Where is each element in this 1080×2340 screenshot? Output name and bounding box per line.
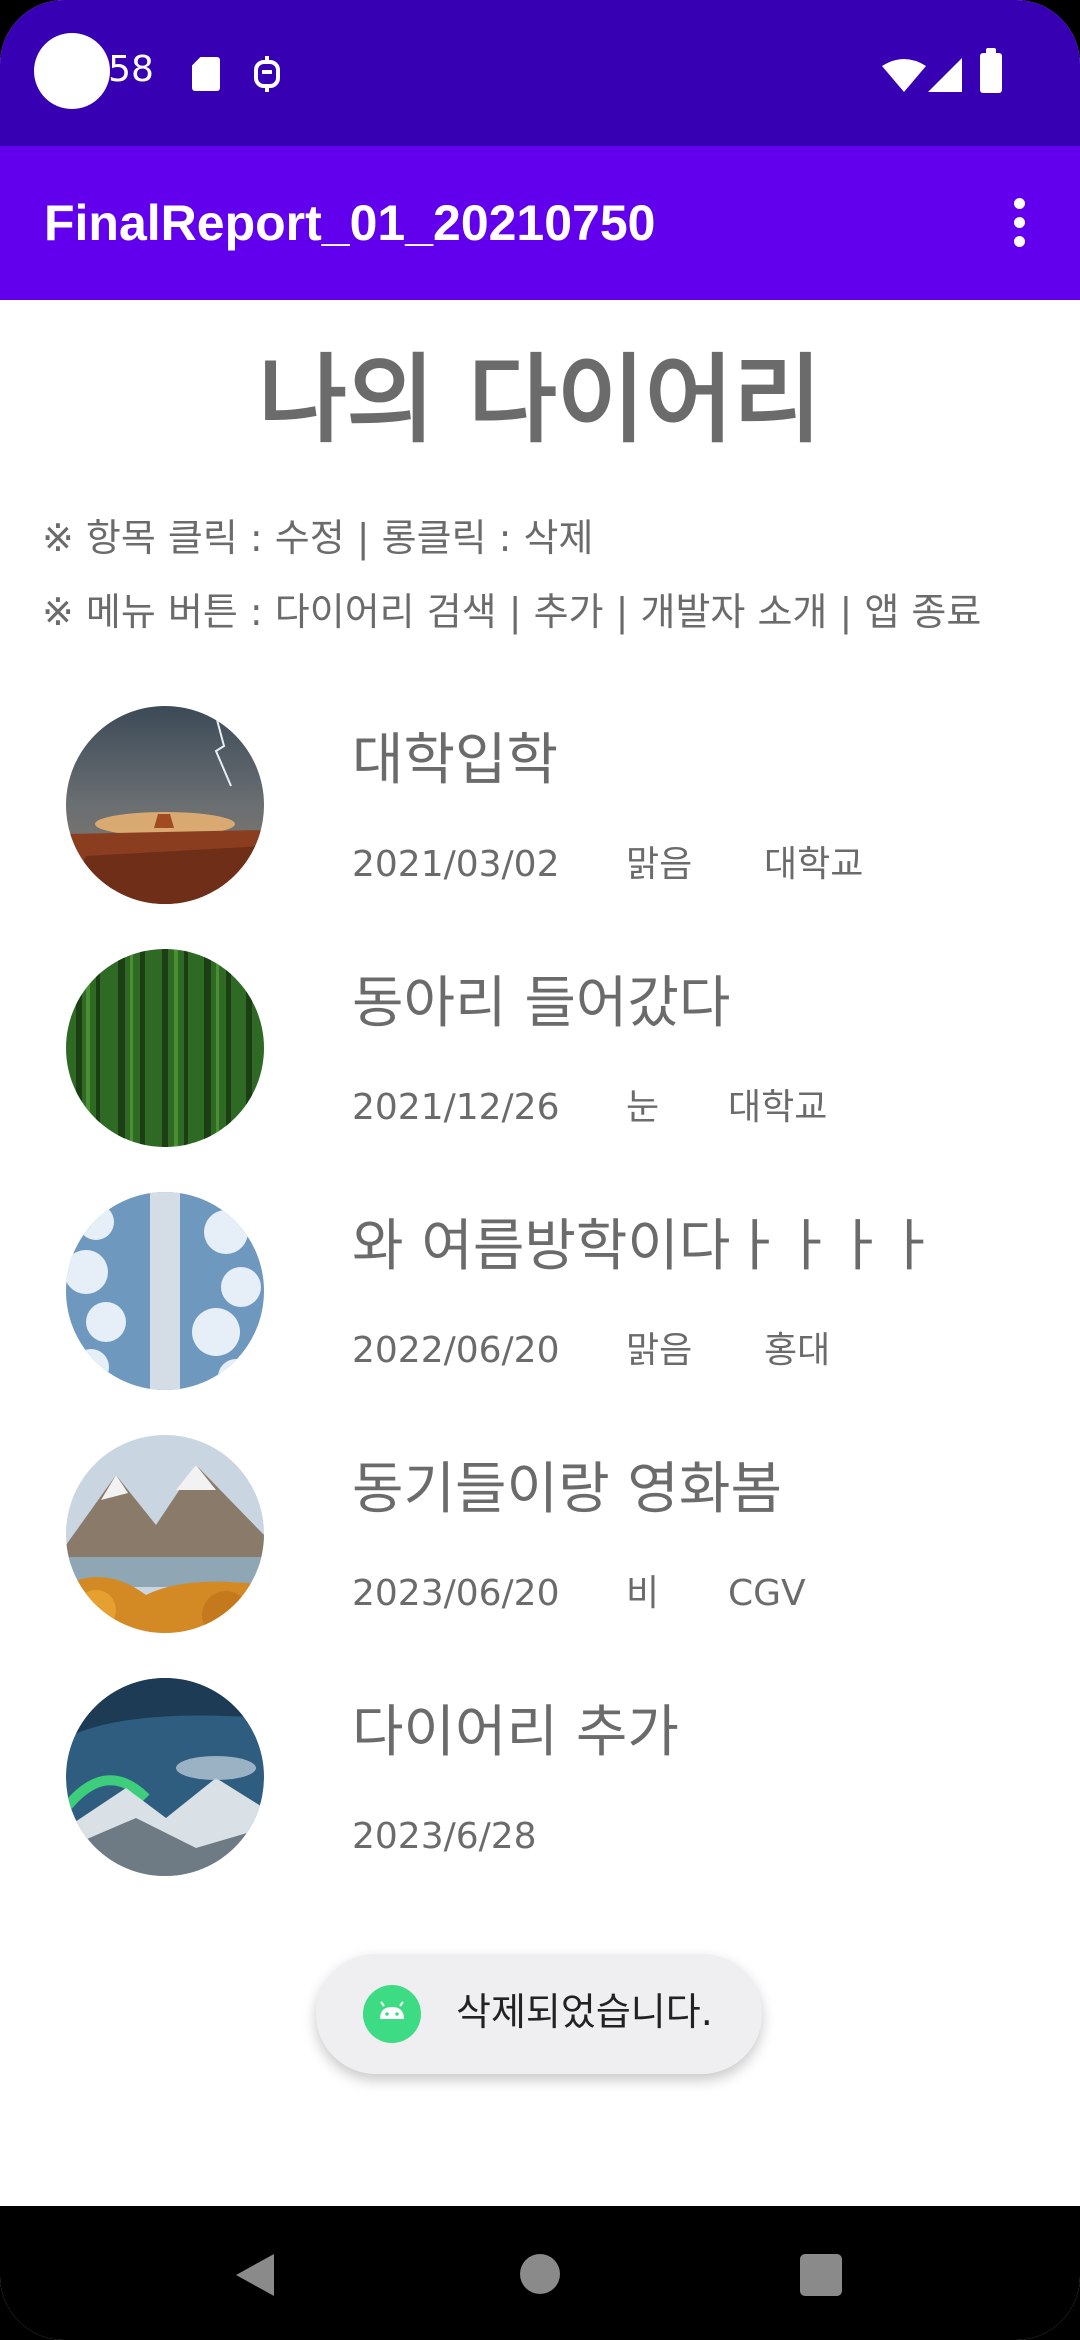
desert-storm-photo xyxy=(66,706,264,904)
diary-item-date: 2022/06/20 xyxy=(352,1330,560,1371)
overflow-menu-icon[interactable] xyxy=(998,194,1042,252)
diary-item-weather: 맑음 xyxy=(626,844,693,885)
diary-item-date: 2021/03/02 xyxy=(352,844,560,885)
toast-text: 삭제되었습니다. xyxy=(456,1990,713,2034)
recents-icon[interactable] xyxy=(800,2254,842,2296)
diary-list-item[interactable]: 동아리 들어갔다 2021/12/26 눈 대학교 xyxy=(0,945,1080,1188)
instruction-text: ※ 항목 클릭 : 수정 | 롱클릭 : 삭제 xyxy=(42,516,594,560)
navigation-bar xyxy=(0,2206,1080,2340)
aurora-photo xyxy=(66,1678,264,1876)
diary-item-place: 대학교 xyxy=(764,844,864,885)
diary-item-weather: 맑음 xyxy=(626,1330,693,1371)
diary-item-weather: 비 xyxy=(626,1573,660,1614)
status-bar: :58 xyxy=(0,0,1080,146)
diary-item-title: 다이어리 추가 xyxy=(352,1700,679,1765)
diary-item-place: 대학교 xyxy=(728,1087,828,1128)
home-icon[interactable] xyxy=(520,2254,560,2294)
battery-icon xyxy=(980,48,1002,93)
diary-item-date: 2021/12/26 xyxy=(352,1087,560,1128)
camera-cutout xyxy=(34,33,110,109)
toast-message: 삭제되었습니다. xyxy=(316,1954,762,2074)
diary-item-place: CGV xyxy=(728,1573,806,1614)
phone-screen: :58 FinalReport_01_20210750 나의 다이어리 ※ 항목… xyxy=(0,0,1080,2340)
snowy-road-photo xyxy=(66,1192,264,1390)
page-title: 나의 다이어리 xyxy=(258,344,822,456)
back-icon[interactable] xyxy=(236,2254,274,2296)
mountain-lake-photo xyxy=(66,1435,264,1633)
sd-card-icon xyxy=(192,57,220,91)
diary-item-title: 대학입학 xyxy=(352,728,559,793)
app-title: FinalReport_01_20210750 xyxy=(44,195,656,251)
wifi-icon xyxy=(882,59,926,92)
diary-item-date: 2023/6/28 xyxy=(352,1816,537,1857)
diary-item-date: 2023/06/20 xyxy=(352,1573,560,1614)
diary-list: 대학입학 2021/03/02 맑음 대학교 동아리 들어갔다 2021/12/… xyxy=(0,702,1080,1917)
diary-item-title: 동기들이랑 영화봄 xyxy=(352,1457,782,1522)
app-bar: FinalReport_01_20210750 xyxy=(0,146,1080,300)
diary-list-item[interactable]: 대학입학 2021/03/02 맑음 대학교 xyxy=(0,702,1080,945)
diary-item-weather: 눈 xyxy=(626,1087,660,1128)
diary-item-title: 와 여름방학이다ㅏㅏㅏㅏ xyxy=(352,1214,937,1279)
diary-list-item[interactable]: 동기들이랑 영화봄 2023/06/20 비 CGV xyxy=(0,1431,1080,1674)
diary-list-item[interactable]: 와 여름방학이다ㅏㅏㅏㅏ 2022/06/20 맑음 홍대 xyxy=(0,1188,1080,1431)
android-icon xyxy=(363,1985,421,2043)
forest-photo xyxy=(66,949,264,1147)
instruction-text: ※ 메뉴 버튼 : 다이어리 검색 | 추가 | 개발자 소개 | 앱 종료 xyxy=(42,590,982,634)
diary-item-place: 홍대 xyxy=(764,1330,831,1371)
signal-icon xyxy=(928,58,962,92)
diary-list-item[interactable]: 다이어리 추가 2023/6/28 xyxy=(0,1674,1080,1917)
diary-item-title: 동아리 들어갔다 xyxy=(352,971,731,1036)
debug-icon xyxy=(254,56,280,92)
